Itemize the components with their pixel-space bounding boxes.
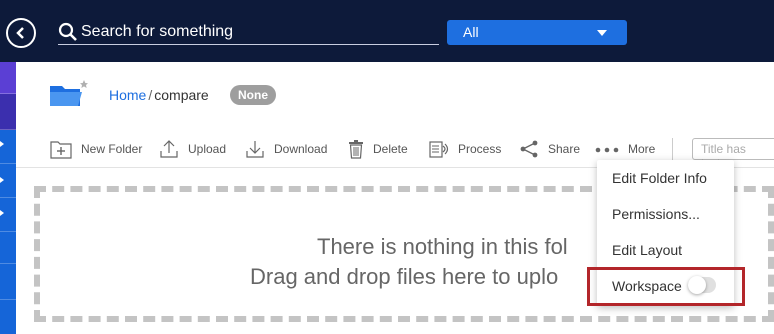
rail-item[interactable] [0,130,16,164]
menu-item-permissions[interactable]: Permissions... [612,206,700,222]
drag-drop-hint: Drag and drop files here to uplo [250,264,559,289]
menu-item-edit-layout[interactable]: Edit Layout [612,242,682,258]
new-folder-button[interactable]: New Folder [50,138,142,160]
rail-item[interactable] [0,164,16,198]
share-button[interactable]: Share [519,138,580,160]
upload-icon [160,140,178,158]
top-bar: Search for something All [0,0,774,62]
search-placeholder: Search for something [81,23,234,40]
delete-label: Delete [373,142,408,156]
toolbar-divider [672,138,673,160]
new-folder-icon [50,141,72,159]
empty-folder-message: There is nothing in this fol [317,234,568,259]
rail-item[interactable] [0,62,16,94]
rail-item[interactable] [0,198,16,232]
process-label: Process [458,142,502,156]
process-icon [429,141,449,158]
breadcrumb-home[interactable]: Home [109,87,146,103]
folder-icon [50,80,88,106]
share-icon [520,140,538,158]
more-dots-icon [595,147,619,153]
more-button[interactable]: More [595,138,655,160]
breadcrumb-separator: / [148,87,153,103]
highlight-annotation [587,267,745,306]
rail-item[interactable] [0,94,16,130]
scope-value: All [463,24,479,40]
scope-select[interactable]: All [447,20,627,45]
trash-icon [349,140,363,159]
download-button[interactable]: Download [245,138,327,160]
menu-item-edit-folder-info[interactable]: Edit Folder Info [612,170,707,186]
back-button[interactable] [6,18,36,48]
delete-button[interactable]: Delete [348,138,408,160]
chevron-left-icon [16,27,24,39]
left-rail [0,62,16,334]
more-label: More [628,142,656,156]
upload-button[interactable]: Upload [159,138,226,160]
upload-label: Upload [188,142,227,156]
caret-down-icon [597,30,607,36]
search-icon [58,22,77,41]
download-icon [246,141,264,158]
rail-item[interactable] [0,264,16,300]
share-label: Share [548,142,581,156]
status-badge: None [230,85,276,105]
download-label: Download [274,142,328,156]
search-input[interactable]: Search for something [58,20,439,45]
process-button[interactable]: Process [429,138,501,160]
title-filter-input[interactable]: Title has text... [692,138,774,170]
breadcrumb: Home / compare [109,87,209,103]
new-folder-label: New Folder [81,142,143,156]
rail-item[interactable] [0,232,16,264]
breadcrumb-current: compare [154,87,209,103]
